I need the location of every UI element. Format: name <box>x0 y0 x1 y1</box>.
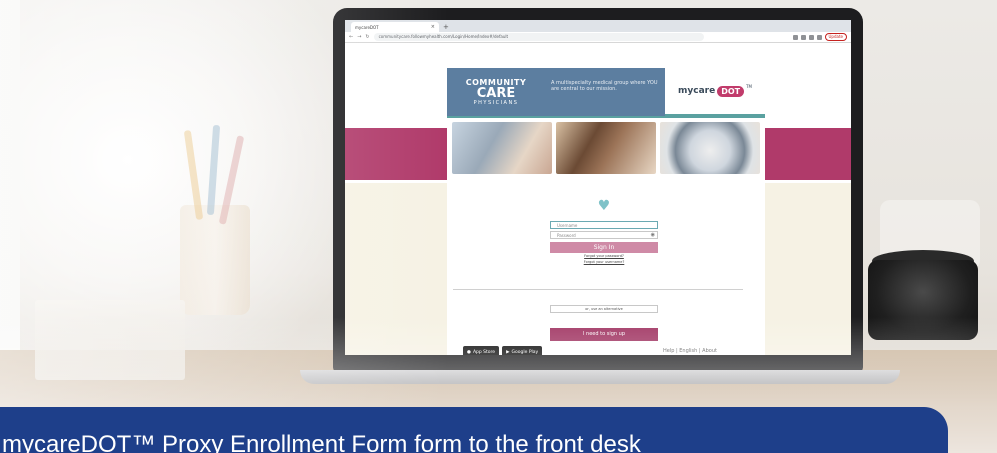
extension-icon[interactable] <box>800 34 806 40</box>
password-input[interactable]: Password ◉ <box>550 231 658 239</box>
extension-icon[interactable] <box>808 34 814 40</box>
decor-panel <box>765 183 851 355</box>
footer-links[interactable]: Help | English | About <box>663 348 717 354</box>
mycaredot-logo: mycare DOT TM <box>665 68 765 116</box>
app-store-button[interactable]: ● App Store <box>463 346 500 355</box>
tab-title: mycareDOT <box>355 24 379 30</box>
play-icon: ▶ <box>506 349 510 355</box>
alternative-login-button[interactable]: or, use an alternative <box>550 305 658 313</box>
extension-icon[interactable] <box>792 34 798 40</box>
update-button[interactable]: Update <box>824 33 847 41</box>
username-input[interactable]: Username <box>550 221 658 229</box>
photo-parent-child <box>556 122 656 174</box>
photo-doctor-patient <box>452 122 552 174</box>
laptop-base <box>300 370 900 384</box>
photo-mri-scanner <box>660 122 760 174</box>
apple-icon: ● <box>467 349 471 355</box>
app-store-badges: ● App Store ▶ Google Play <box>463 346 543 355</box>
browser-tab[interactable]: mycareDOT × <box>351 22 439 32</box>
laptop-screen: mycareDOT × + ← → ↻ communitycare.follow… <box>345 20 851 355</box>
login-form: ♥ Username Password ◉ Sign In Forgot you… <box>550 193 658 265</box>
back-icon[interactable]: ← <box>349 34 353 40</box>
forgot-username-link[interactable]: Forgot your username? <box>550 259 658 265</box>
section-divider <box>453 289 743 290</box>
header-divider <box>447 116 765 118</box>
photo-strip <box>452 122 760 174</box>
decor-band <box>345 128 447 180</box>
heart-icon: ♥ <box>597 198 611 214</box>
extension-icon[interactable] <box>816 34 822 40</box>
google-play-button[interactable]: ▶ Google Play <box>502 346 543 355</box>
reload-icon[interactable]: ↻ <box>365 34 369 40</box>
caption-text: l mycareDOT™ Proxy Enrollment Form form … <box>0 431 641 453</box>
background-photo: mycareDOT × + ← → ↻ communitycare.follow… <box>0 0 997 453</box>
decor-panel <box>345 183 447 355</box>
sign-up-button[interactable]: I need to sign up <box>550 328 658 341</box>
close-icon[interactable]: × <box>431 24 435 30</box>
address-bar-row: ← → ↻ communitycare.followmyhealth.com/L… <box>345 32 851 43</box>
caption-banner: l mycareDOT™ Proxy Enrollment Form form … <box>0 407 948 453</box>
sign-in-button[interactable]: Sign In <box>550 242 658 253</box>
book-stack <box>35 300 185 380</box>
url-input[interactable]: communitycare.followmyhealth.com/Login/H… <box>373 33 704 41</box>
camera-lens <box>868 250 978 340</box>
pencil-cup <box>180 205 250 315</box>
forward-icon[interactable]: → <box>357 34 361 40</box>
extension-icons: Update <box>792 33 847 41</box>
tagline: A multispecialty medical group where YOU… <box>545 68 665 116</box>
decor-band <box>765 128 851 180</box>
new-tab-button[interactable]: + <box>443 22 449 32</box>
community-care-logo[interactable]: COMMUNITY CARE PHYSICIANS <box>447 68 545 116</box>
site-header: COMMUNITY CARE PHYSICIANS A multispecial… <box>447 68 765 116</box>
browser-tab-bar: mycareDOT × + <box>345 20 851 32</box>
web-page: COMMUNITY CARE PHYSICIANS A multispecial… <box>345 43 851 355</box>
eye-icon[interactable]: ◉ <box>651 232 655 239</box>
